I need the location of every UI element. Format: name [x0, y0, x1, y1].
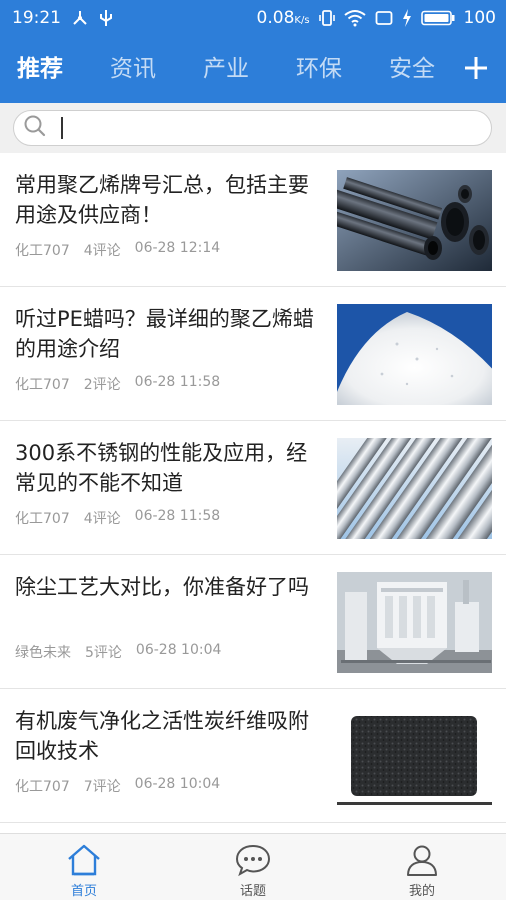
tab-recommend[interactable]: 推荐: [17, 36, 63, 103]
article-item[interactable]: 有机废气净化之活性炭纤维吸附回收技术 化工707 7评论 06-28 10:04: [0, 689, 506, 823]
article-meta: 绿色未来 5评论 06-28 10:04: [15, 642, 221, 662]
article-thumbnail[interactable]: [337, 438, 492, 539]
article-item[interactable]: 听过PE蜡吗？最详细的聚乙烯蜡的用途介绍 化工707 2评论 06-28 11:…: [0, 287, 506, 421]
bottom-nav: 首页 话题 我的: [0, 833, 506, 900]
article-meta: 化工707 2评论 06-28 11:58: [15, 374, 220, 394]
article-item[interactable]: 除尘工艺大对比，你准备好了吗 绿色未来 5评论 06-28 10:04: [0, 555, 506, 689]
article-thumbnail[interactable]: [337, 170, 492, 271]
tab-environment[interactable]: 环保: [296, 36, 342, 103]
article-source: 化工707: [15, 243, 70, 259]
article-source: 化工707: [15, 779, 70, 795]
article-thumbnail[interactable]: [337, 304, 492, 405]
article-thumbnail[interactable]: [337, 706, 492, 807]
search-box[interactable]: [13, 110, 492, 146]
article-source: 绿色未来: [15, 645, 71, 661]
plus-icon: [465, 57, 487, 79]
category-tabs: 推荐 资讯 产业 环保 安全: [0, 36, 506, 103]
home-icon: [66, 842, 102, 878]
article-item[interactable]: 常用聚乙烯牌号汇总，包括主要用途及供应商！ 化工707 4评论 06-28 12…: [0, 153, 506, 287]
article-title[interactable]: 除尘工艺大对比，你准备好了吗: [15, 572, 327, 602]
search-icon: [23, 114, 47, 142]
article-meta: 化工707 4评论 06-28 11:58: [15, 508, 220, 528]
article-time: 06-28 12:14: [134, 240, 221, 256]
nav-profile-label: 我的: [408, 884, 435, 899]
chat-bubble-icon: [235, 842, 271, 878]
search-input[interactable]: [69, 113, 491, 143]
app-header: 19:21 0.08K/s 100 推荐 资讯 产业 环保 安全: [0, 0, 506, 103]
article-title[interactable]: 常用聚乙烯牌号汇总，包括主要用途及供应商！: [15, 170, 327, 230]
article-title[interactable]: 有机废气净化之活性炭纤维吸附回收技术: [15, 706, 327, 766]
usb-icon: [99, 8, 113, 28]
article-list: 常用聚乙烯牌号汇总，包括主要用途及供应商！ 化工707 4评论 06-28 12…: [0, 153, 506, 823]
text-cursor: [61, 117, 63, 139]
article-source: 化工707: [15, 511, 70, 527]
status-bar: 19:21 0.08K/s 100: [0, 0, 506, 36]
nav-profile[interactable]: 我的: [372, 834, 472, 900]
wifi-icon: [343, 9, 366, 27]
tab-news[interactable]: 资讯: [110, 36, 156, 103]
article-meta: 化工707 4评论 06-28 12:14: [15, 240, 220, 260]
article-comments: 7评论: [83, 779, 121, 795]
article-comments: 5评论: [85, 645, 122, 661]
article-title[interactable]: 听过PE蜡吗？最详细的聚乙烯蜡的用途介绍: [15, 304, 327, 364]
tab-safety[interactable]: 安全: [389, 36, 435, 103]
user-icon: [404, 842, 440, 878]
article-meta: 化工707 7评论 06-28 10:04: [15, 776, 220, 796]
article-time: 06-28 10:04: [134, 776, 221, 792]
tab-industry[interactable]: 产业: [203, 36, 249, 103]
status-time: 19:21: [12, 8, 61, 28]
screen-icon: [375, 10, 393, 26]
article-time: 06-28 11:58: [134, 374, 221, 390]
network-speed: 0.08K/s: [256, 8, 310, 28]
nav-topics-label: 话题: [239, 884, 266, 899]
article-comments: 4评论: [83, 243, 121, 259]
article-comments: 4评论: [83, 511, 121, 527]
article-title[interactable]: 300系不锈钢的性能及应用，经常见的不能不知道: [15, 438, 327, 498]
article-source: 化工707: [15, 377, 70, 393]
vibrate-icon: [318, 9, 335, 27]
battery-level: 100: [463, 8, 496, 28]
article-item[interactable]: 300系不锈钢的性能及应用，经常见的不能不知道 化工707 4评论 06-28 …: [0, 421, 506, 555]
nav-topics[interactable]: 话题: [203, 834, 303, 900]
battery-icon: [420, 10, 455, 26]
article-thumbnail[interactable]: [337, 572, 492, 673]
charging-icon: [402, 9, 412, 27]
search-area: [0, 103, 506, 153]
nav-home[interactable]: 首页: [34, 834, 134, 900]
share-icon: [71, 9, 89, 27]
article-time: 06-28 11:58: [134, 508, 221, 524]
add-category-button[interactable]: [456, 48, 496, 88]
article-time: 06-28 10:04: [135, 642, 222, 658]
nav-home-label: 首页: [70, 884, 97, 899]
article-comments: 2评论: [83, 377, 121, 393]
